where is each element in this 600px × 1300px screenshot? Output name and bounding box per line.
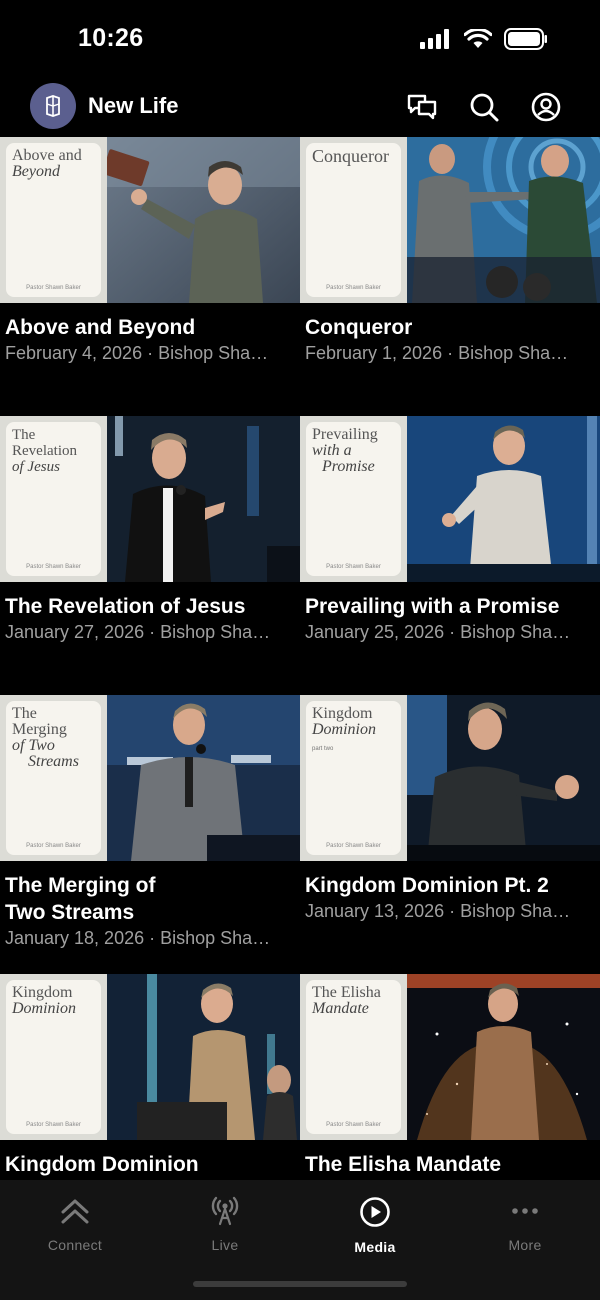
book-author: Pastor Shawn Baker [26,843,81,849]
book-cover: The Merging of Two Streams Pastor Shawn Ba… [0,695,107,861]
card-title: The Revelation of Jesus [5,595,246,618]
tab-label: Media [354,1239,396,1255]
book-author: Pastor Shawn Baker [326,564,381,570]
profile-icon[interactable] [530,91,562,123]
book-subtitle: part two [312,746,334,752]
book-title-line: Mandate [312,1000,369,1017]
status-icons [420,28,548,50]
card-title-line2: Two Streams [5,901,135,924]
media-card[interactable]: The Revelation of Jesus Pastor Shawn Bake… [0,416,300,644]
status-time: 10:26 [78,24,144,52]
card-meta: January 25, 2026 · Bishop Sha… [305,622,571,642]
book-title-line: of Two [12,737,55,754]
book-cover: Prevailing with a Promise Pastor Shawn Bak… [300,416,407,582]
book-title-line: Promise [322,458,375,475]
tab-label: Connect [47,1237,103,1253]
book-cover: Conqueror Pastor Shawn Baker [300,137,407,303]
book-cover: Kingdom Dominion part two Pastor Shawn Ba… [300,695,407,861]
book-title-line: Beyond [12,163,60,180]
preacher-photo [107,695,300,861]
tab-media[interactable]: Media [300,1196,450,1255]
sermon-thumbnail[interactable]: The Elisha Mandate Pastor Shawn Baker [300,974,600,1140]
sermon-thumbnail[interactable]: Kingdom Dominion part two Pastor Shawn Ba… [300,695,600,861]
book-title-line: Above and [12,147,82,164]
book-title-line: Kingdom [12,984,73,1001]
app-header: New Life [0,80,600,136]
book-cover: Kingdom Dominion Pastor Shawn Baker [0,974,107,1140]
book-title-line: The Revelation [12,427,77,459]
tab-connect[interactable]: Connect [0,1196,150,1253]
card-meta: February 1, 2026 · Bishop Sha… [305,343,569,363]
card-meta: February 4, 2026 · Bishop Sha… [5,343,269,363]
broadcast-icon [211,1196,239,1226]
media-card[interactable]: Kingdom Dominion part two Pastor Shawn Ba… [300,695,600,923]
card-title: Kingdom Dominion [5,1153,199,1176]
media-card[interactable]: Above and Beyond Pastor Shawn Baker Above… [0,137,300,365]
book-title-line: The Merging [12,705,67,738]
media-card[interactable]: Prevailing with a Promise Pastor Shawn Bak… [300,416,600,644]
play-circle-icon [360,1197,390,1227]
book-author: Pastor Shawn Baker [326,843,381,849]
preacher-photo [407,974,600,1140]
book-author: Pastor Shawn Baker [26,285,81,291]
card-title: Conqueror [305,316,413,339]
preacher-photo [107,416,300,582]
preacher-photo [107,974,300,1140]
preacher-photo [407,695,600,861]
book-title-line: The Elisha [312,984,381,1001]
book-author: Pastor Shawn Baker [326,1122,381,1128]
book-title-line: Kingdom [312,705,373,722]
cellular-signal-icon [420,29,449,49]
home-indicator [193,1281,407,1287]
tab-label: More [508,1237,542,1253]
book-cover: The Revelation of Jesus Pastor Shawn Bake… [0,416,107,582]
card-title: The Elisha Mandate [305,1153,502,1176]
card-title: Prevailing with a Promise [305,595,560,618]
sermon-thumbnail[interactable]: Above and Beyond Pastor Shawn Baker [0,137,300,303]
media-card[interactable]: Kingdom Dominion Pastor Shawn Baker Kingd… [0,974,300,1178]
media-card[interactable]: The Elisha Mandate Pastor Shawn Baker The… [300,974,600,1178]
wifi-icon [464,29,492,48]
double-chevron-up-icon [61,1199,89,1224]
card-meta: January 18, 2026 · Bishop Sha… [5,928,271,948]
book-author: Pastor Shawn Baker [326,285,381,291]
book-title-line: Streams [28,753,79,770]
book-title-line: Dominion [12,1000,76,1017]
media-card[interactable]: The Merging of Two Streams Pastor Shawn Ba… [0,695,300,950]
card-title: Above and Beyond [5,316,196,339]
preacher-photo [407,137,600,303]
preacher-photo [407,416,600,582]
app-title: New Life [88,93,179,118]
media-card[interactable]: Conqueror Pastor Shawn Baker Conqueror F… [300,137,600,365]
status-bar: 10:26 [0,0,600,80]
sermon-thumbnail[interactable]: The Revelation of Jesus Pastor Shawn Bake… [0,416,300,582]
book-cover: Above and Beyond Pastor Shawn Baker [0,137,107,303]
sermon-thumbnail[interactable]: Kingdom Dominion Pastor Shawn Baker [0,974,300,1140]
search-icon[interactable] [468,91,500,123]
battery-icon [504,28,547,50]
book-author: Pastor Shawn Baker [26,1122,81,1128]
tab-label: Live [211,1237,239,1253]
sermon-thumbnail[interactable]: Prevailing with a Promise Pastor Shawn Bak… [300,416,600,582]
book-author: Pastor Shawn Baker [26,564,81,570]
book-title-line: Conqueror [312,146,389,166]
card-meta: January 13, 2026 · Bishop Sha… [305,901,571,921]
tab-more[interactable]: More [450,1196,600,1253]
book-title-line: of Jesus [12,459,60,475]
tab-live[interactable]: Live [150,1196,300,1253]
book-title-line: Prevailing [312,426,378,443]
book-title-line: with a [312,442,352,459]
church-logo-icon[interactable] [30,83,76,129]
sermon-thumbnail[interactable]: Conqueror Pastor Shawn Baker [300,137,600,303]
card-title: Kingdom Dominion Pt. 2 [305,874,549,897]
preacher-photo [107,137,300,303]
sermon-thumbnail[interactable]: The Merging of Two Streams Pastor Shawn Ba… [0,695,300,861]
book-cover: The Elisha Mandate Pastor Shawn Baker [300,974,407,1140]
more-dots-icon [512,1208,538,1214]
card-title: The Merging of [5,874,156,897]
book-title-line: Dominion [312,721,376,738]
chat-bubbles-icon[interactable] [406,91,438,123]
card-meta: January 27, 2026 · Bishop Sha… [5,622,271,642]
